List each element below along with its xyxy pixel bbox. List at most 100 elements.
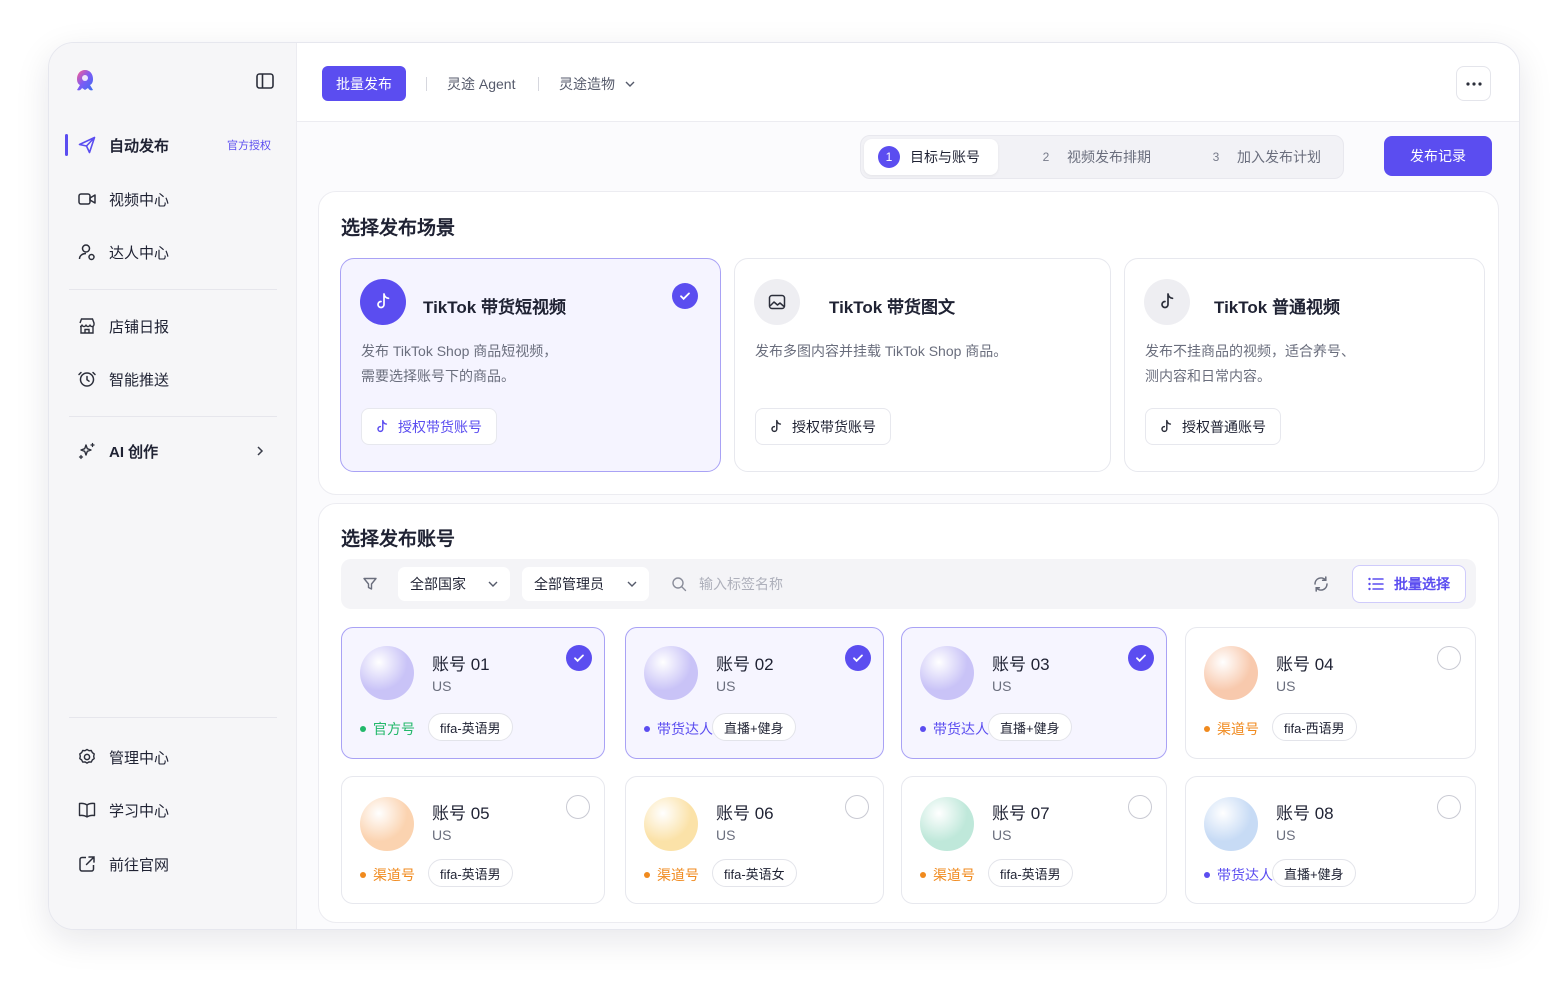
account-name: 账号 03	[992, 655, 1050, 674]
select-radio[interactable]	[566, 795, 590, 819]
scene-title: TikTok 带货短视频	[423, 298, 566, 317]
scene-card-shop-video[interactable]: TikTok 带货短视频 发布 TikTok Shop 商品短视频， 需要选择账…	[340, 258, 721, 472]
sidebar-item-auto-publish[interactable]: 自动发布 官方授权	[65, 127, 279, 163]
topbar-separator	[538, 77, 539, 91]
user-icon	[77, 242, 97, 262]
store-icon	[77, 316, 97, 336]
account-card[interactable]: 账号 05 US 渠道号 fifa-英语男	[341, 776, 605, 904]
check-icon[interactable]	[845, 645, 871, 671]
step-schedule[interactable]: 2 视频发布排期	[1021, 139, 1151, 175]
scene-card-shop-image[interactable]: TikTok 带货图文 发布多图内容并挂载 TikTok Shop 商品。 授权…	[734, 258, 1111, 472]
account-country: US	[1276, 827, 1296, 843]
button-label: 授权普通账号	[1182, 418, 1266, 435]
sidebar-item-ai-create[interactable]: AI 创作	[69, 433, 279, 469]
sidebar-item-store-daily[interactable]: 店铺日报	[69, 308, 279, 344]
sidebar-item-official-site[interactable]: 前往官网	[69, 846, 279, 882]
status-dot	[920, 872, 926, 878]
account-card[interactable]: 账号 07 US 渠道号 fifa-英语男	[901, 776, 1167, 904]
step-label: 视频发布排期	[1067, 149, 1151, 165]
sidebar-item-smart-push[interactable]: 智能推送	[69, 361, 279, 397]
account-name: 账号 01	[432, 655, 490, 674]
desc-line: 发布 TikTok Shop 商品短视频，	[361, 343, 558, 359]
sidebar-item-label: 店铺日报	[109, 318, 170, 336]
account-name: 账号 04	[1276, 655, 1334, 674]
send-icon	[77, 135, 97, 155]
desc-line: 测内容和日常内容。	[1145, 368, 1271, 384]
step-targets-accounts[interactable]: 1 目标与账号	[864, 139, 998, 175]
desc-line: 发布不挂商品的视频，适合养号、	[1145, 343, 1355, 359]
account-country: US	[432, 678, 452, 694]
account-tag: 直播+健身	[988, 713, 1072, 741]
app-logo-icon[interactable]	[71, 67, 99, 95]
avatar	[1204, 797, 1258, 851]
select-radio[interactable]	[1128, 795, 1152, 819]
tag-search-input[interactable]	[699, 567, 999, 601]
manager-select[interactable]: 全部管理员	[522, 567, 649, 601]
country-select[interactable]: 全部国家	[398, 567, 510, 601]
scene-panel: 选择发布场景 TikTok 带货短视频 发布 TikTok Shop 商品短视频…	[318, 191, 1499, 495]
sidebar-item-management[interactable]: 管理中心	[69, 739, 279, 775]
select-value: 全部国家	[410, 576, 466, 592]
sidebar-toggle-icon[interactable]	[255, 71, 275, 91]
account-card[interactable]: 账号 02 US 带货达人号 直播+健身	[625, 627, 884, 759]
tiktok-icon	[360, 279, 406, 325]
button-label: 授权带货账号	[792, 418, 876, 435]
account-card[interactable]: 账号 03 US 带货达人号 直播+健身	[901, 627, 1167, 759]
topbar-separator	[426, 77, 427, 91]
filter-icon[interactable]	[362, 576, 378, 592]
scene-description: 发布不挂商品的视频，适合养号、 测内容和日常内容。	[1145, 339, 1465, 389]
avatar	[360, 797, 414, 851]
creation-dropdown-label: 灵途造物	[559, 76, 615, 92]
batch-publish-tab[interactable]: 批量发布	[322, 66, 406, 101]
check-icon[interactable]	[566, 645, 592, 671]
tiktok-icon	[1161, 419, 1172, 432]
select-radio[interactable]	[1437, 646, 1461, 670]
agent-tab[interactable]: 灵途 Agent	[447, 74, 515, 94]
account-card[interactable]: 账号 01 US 官方号 fifa-英语男	[341, 627, 605, 759]
sidebar-item-video-center[interactable]: 视频中心	[69, 181, 279, 217]
app-window: 自动发布 官方授权 视频中心 达人中心 店铺日报 智能推送 AI 创作 管理中心…	[48, 42, 1520, 930]
account-country: US	[432, 827, 452, 843]
more-menu-button[interactable]	[1456, 66, 1491, 101]
sidebar-divider	[69, 717, 277, 718]
scene-description: 发布 TikTok Shop 商品短视频， 需要选择账号下的商品。	[361, 339, 681, 389]
step-number: 3	[1212, 150, 1220, 164]
account-card[interactable]: 账号 06 US 渠道号 fifa-英语女	[625, 776, 884, 904]
creation-dropdown[interactable]: 灵途造物	[559, 74, 635, 94]
account-type: 官方号	[360, 719, 415, 739]
tiktok-icon	[377, 419, 388, 432]
account-tag: 直播+健身	[1272, 859, 1356, 887]
account-card[interactable]: 账号 04 US 渠道号 fifa-西语男	[1185, 627, 1476, 759]
account-tag: fifa-英语男	[428, 859, 513, 887]
scene-card-normal-video[interactable]: TikTok 普通视频 发布不挂商品的视频，适合养号、 测内容和日常内容。 授权…	[1124, 258, 1485, 472]
official-auth-badge: 官方授权	[227, 140, 271, 152]
account-type-label: 渠道号	[373, 867, 415, 883]
sidebar-item-learning[interactable]: 学习中心	[69, 792, 279, 828]
check-icon[interactable]	[1128, 645, 1154, 671]
select-radio[interactable]	[845, 795, 869, 819]
select-radio[interactable]	[1437, 795, 1461, 819]
auth-normal-account-button[interactable]: 授权普通账号	[1145, 408, 1281, 445]
status-dot	[920, 726, 926, 732]
step-label: 目标与账号	[910, 149, 980, 165]
step-label: 加入发布计划	[1237, 149, 1321, 165]
auth-shop-account-button[interactable]: 授权带货账号	[361, 408, 497, 445]
chevron-down-icon	[625, 81, 635, 87]
account-country: US	[992, 827, 1012, 843]
account-type-label: 渠道号	[933, 867, 975, 883]
account-tag: fifa-西语男	[1272, 713, 1357, 741]
auth-shop-account-button[interactable]: 授权带货账号	[755, 408, 891, 445]
button-label: 授权带货账号	[398, 418, 482, 435]
sidebar-item-creator-center[interactable]: 达人中心	[69, 234, 279, 270]
sidebar-item-label: 视频中心	[109, 191, 170, 209]
publish-record-button[interactable]: 发布记录	[1384, 136, 1492, 176]
search-icon	[672, 577, 687, 592]
account-card[interactable]: 账号 08 US 带货达人号 直播+健身	[1185, 776, 1476, 904]
account-name: 账号 05	[432, 804, 490, 823]
step-add-plan[interactable]: 3 加入发布计划	[1191, 139, 1321, 175]
button-label: 批量选择	[1394, 576, 1450, 592]
refresh-icon[interactable]	[1312, 575, 1330, 593]
chevron-down-icon	[627, 581, 637, 587]
scene-title: TikTok 带货图文	[829, 298, 955, 317]
batch-select-button[interactable]: 批量选择	[1352, 565, 1466, 603]
